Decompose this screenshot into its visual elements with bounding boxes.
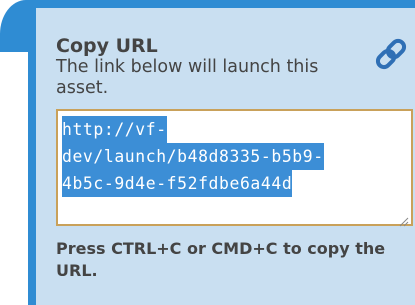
url-textarea[interactable]: http://vf- dev/launch/b48d8335-b5b9- 4b5… [56,109,413,227]
copy-instructions: Press CTRL+C or CMD+C to copy the URL. [56,239,386,280]
url-line: dev/launch/b48d8335-b5b9- [62,143,324,170]
panel-title: Copy URL [56,35,158,57]
resize-grip-icon[interactable] [399,212,409,227]
panel-description: The link below will launch this asset. [56,57,319,98]
link-icon[interactable] [371,34,411,74]
copy-url-panel: Copy URL The link below will launch this… [28,0,415,305]
url-line: 4b5c-9d4e-f52fdbe6a44d [62,170,293,197]
url-line: http://vf- [62,116,167,143]
url-text: http://vf- dev/launch/b48d8335-b5b9- 4b5… [62,116,407,197]
